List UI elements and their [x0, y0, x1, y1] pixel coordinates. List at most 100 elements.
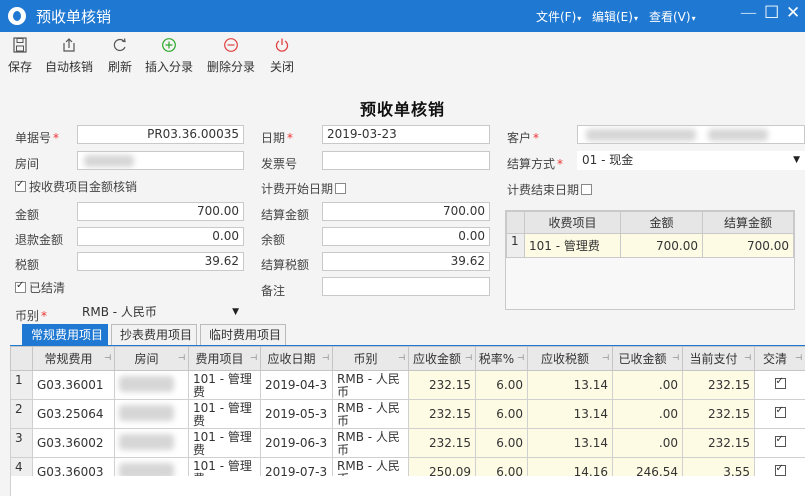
- menu-file[interactable]: 文件(F)▾: [536, 8, 581, 25]
- room-cell[interactable]: [114, 399, 189, 429]
- invoice-field[interactable]: [322, 151, 490, 170]
- remark-field[interactable]: [322, 277, 490, 296]
- pin-icon: ⊣: [744, 353, 751, 362]
- tax-field[interactable]: 39.62: [77, 252, 244, 271]
- pin-icon: ⊣: [104, 353, 111, 362]
- summary-row[interactable]: 1 101 - 管理费 700.00 700.00: [506, 233, 794, 258]
- settle-amount-label: 结算金额: [261, 208, 310, 222]
- power-icon: [268, 37, 296, 55]
- customer-label: 客户 *: [507, 131, 540, 145]
- col-due-date[interactable]: 应收日期 ⊣: [260, 346, 333, 371]
- refund-field[interactable]: 0.00: [77, 227, 244, 246]
- balance-field[interactable]: 0.00: [322, 227, 490, 246]
- toolbar: 保存 自动核销 刷新 插入分录 删除分录 关闭: [0, 32, 805, 80]
- close-button[interactable]: 关闭: [268, 37, 296, 75]
- add-circle-icon: [144, 37, 194, 55]
- col-regular-fee[interactable]: 常规费用 ⊣: [32, 346, 115, 371]
- pin-icon: ⊣: [465, 353, 472, 362]
- settle-tax-label: 结算税额: [261, 258, 310, 272]
- chevron-down-icon: ▼: [232, 307, 239, 317]
- save-icon: [6, 37, 34, 55]
- app-logo-icon: [8, 7, 26, 25]
- settle-amount-field[interactable]: 700.00: [322, 202, 490, 221]
- tab-temp-fees[interactable]: 临时费用项目: [200, 324, 286, 346]
- checkbox-icon: [774, 434, 786, 447]
- form-title: 预收单核销: [359, 100, 445, 119]
- settle-method-select[interactable]: 01 - 现金 ▼: [577, 151, 805, 170]
- invoice-label: 发票号: [261, 157, 298, 171]
- tab-regular-fees[interactable]: 常规费用项目: [22, 324, 108, 346]
- summary-col-amount: 金额: [620, 211, 703, 234]
- col-room[interactable]: 房间 ⊣: [114, 346, 189, 371]
- checkbox-icon: [774, 405, 786, 418]
- menu-view[interactable]: 查看(V)▾: [649, 8, 696, 25]
- customer-field[interactable]: [577, 125, 805, 144]
- col-due-amount[interactable]: 应收金额 ⊣: [408, 346, 476, 371]
- chevron-down-icon: ▾: [633, 14, 638, 23]
- col-received[interactable]: 已收金额 ⊣: [612, 346, 683, 371]
- amount-label: 金额: [15, 208, 40, 222]
- remark-label: 备注: [261, 284, 286, 298]
- refund-label: 退款金额: [15, 233, 64, 247]
- chevron-down-icon: ▾: [691, 14, 696, 23]
- balance-label: 余额: [261, 233, 286, 247]
- room-label: 房间: [15, 157, 40, 171]
- window-title: 预收单核销: [36, 8, 112, 26]
- settle-tax-field[interactable]: 39.62: [322, 252, 490, 271]
- checkbox-icon: [15, 179, 26, 192]
- room-field[interactable]: [77, 151, 244, 170]
- checkbox-icon: [774, 376, 786, 389]
- summary-col-item: 收费项目: [524, 211, 621, 234]
- pin-icon: ⊣: [795, 353, 802, 362]
- room-cell[interactable]: [114, 428, 189, 458]
- doc-no-field[interactable]: PR03.36.00035: [77, 125, 244, 144]
- summary-header: 收费项目 金额 结算金额: [506, 211, 794, 234]
- menu-edit[interactable]: 编辑(E)▾: [592, 8, 638, 25]
- summary-col-settled: 结算金额: [702, 211, 794, 234]
- refresh-icon: [106, 37, 134, 55]
- auto-reconcile-button[interactable]: 自动核销: [44, 37, 94, 75]
- upload-icon: [44, 37, 94, 55]
- col-settled[interactable]: 交清 ⊣: [754, 346, 805, 371]
- settlement-summary: 收费项目 金额 结算金额 1 101 - 管理费 700.00 700.00: [505, 210, 795, 310]
- maximize-button[interactable]: ☐: [764, 3, 779, 23]
- settle-method-label: 结算方式 *: [507, 157, 564, 171]
- tax-label: 税额: [15, 258, 40, 272]
- amount-field[interactable]: 700.00: [77, 202, 244, 221]
- doc-no-label: 单据号 *: [15, 131, 60, 145]
- table-row[interactable]: 2 G03.25064 101 - 管理费 2019-05-3 RMB - 人民…: [10, 399, 805, 429]
- chevron-down-icon: ▾: [577, 14, 582, 23]
- closed-checkbox[interactable]: 已结清: [15, 279, 65, 296]
- close-window-button[interactable]: ✕: [786, 3, 800, 23]
- by-item-checkbox[interactable]: 按收费项目金额核销: [15, 178, 137, 195]
- col-currency[interactable]: 币别 ⊣: [332, 346, 409, 371]
- pin-icon: ⊣: [178, 353, 185, 362]
- pin-icon: ⊣: [398, 353, 405, 362]
- fee-grid: 常规费用 ⊣ 房间 ⊣ 费用项目 ⊣ 应收日期 ⊣ 币别 ⊣ 应收金额 ⊣ 税率% ⊣ 应收税…: [10, 346, 805, 487]
- table-row[interactable]: 3 G03.36002 101 - 管理费 2019-06-3 RMB - 人民…: [10, 428, 805, 458]
- date-field[interactable]: 2019-03-23: [322, 125, 490, 144]
- pin-icon: ⊣: [672, 353, 679, 362]
- room-cell[interactable]: [114, 370, 189, 400]
- date-label: 日期 *: [261, 131, 294, 145]
- minimize-button[interactable]: —: [740, 3, 757, 23]
- remove-circle-icon: [206, 37, 256, 55]
- col-tax-rate[interactable]: 税率% ⊣: [475, 346, 528, 371]
- pin-icon: ⊣: [517, 353, 524, 362]
- table-row[interactable]: 1 G03.36001 101 - 管理费 2019-04-3 RMB - 人民…: [10, 370, 805, 400]
- title-bar: 预收单核销 文件(F)▾ 编辑(E)▾ 查看(V)▾ — ☐ ✕: [0, 0, 805, 32]
- pin-icon: ⊣: [322, 353, 329, 362]
- save-button[interactable]: 保存: [6, 37, 34, 75]
- grid-header: 常规费用 ⊣ 房间 ⊣ 费用项目 ⊣ 应收日期 ⊣ 币别 ⊣ 应收金额 ⊣ 税率% ⊣ 应收税…: [10, 346, 805, 371]
- insert-entry-button[interactable]: 插入分录: [144, 37, 194, 75]
- delete-entry-button[interactable]: 删除分录: [206, 37, 256, 75]
- chevron-down-icon: ▼: [793, 155, 800, 165]
- col-fee-item[interactable]: 费用项目 ⊣: [188, 346, 261, 371]
- currency-select[interactable]: RMB - 人民币 ▼: [77, 303, 244, 322]
- tab-meter-fees[interactable]: 抄表费用项目: [111, 324, 197, 346]
- checkbox-icon: [774, 463, 786, 476]
- col-current-pay[interactable]: 当前支付 ⊣: [682, 346, 755, 371]
- pin-icon: ⊣: [250, 353, 257, 362]
- col-due-tax[interactable]: 应收税额 ⊣: [527, 346, 613, 371]
- refresh-button[interactable]: 刷新: [106, 37, 134, 75]
